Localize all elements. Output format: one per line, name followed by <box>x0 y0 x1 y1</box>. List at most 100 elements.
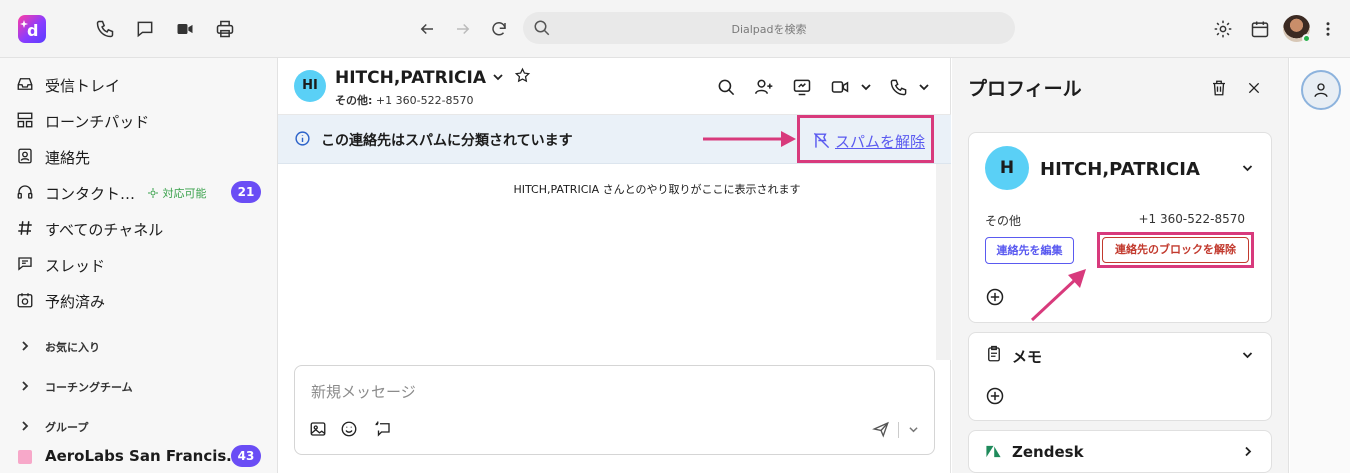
contact-card: H HITCH,PATRICIA その他 +1 360-522-8570 連絡先… <box>968 132 1272 323</box>
online-status-dot <box>1302 34 1311 43</box>
video-options-chevron-icon[interactable] <box>854 75 878 99</box>
contact-card-name: HITCH,PATRICIA <box>1040 159 1200 180</box>
forward-arrow-icon[interactable] <box>451 17 475 41</box>
zendesk-card[interactable]: Zendesk <box>968 430 1272 473</box>
section-label: お気に入り <box>45 341 100 354</box>
channel-color-swatch <box>18 450 32 464</box>
screen-share-icon[interactable] <box>790 75 814 99</box>
send-options-chevron-icon[interactable] <box>902 418 924 440</box>
section-label: グループ <box>45 421 89 434</box>
chevron-right-icon <box>1245 446 1252 457</box>
more-vertical-icon[interactable] <box>1316 17 1340 41</box>
chevron-down-icon[interactable] <box>1241 163 1254 173</box>
message-composer[interactable]: 新規メッセージ <box>294 365 935 455</box>
contact-name[interactable]: HITCH,PATRICIA <box>335 67 531 88</box>
call-icon[interactable] <box>886 75 910 99</box>
unblock-contact-button[interactable]: 連絡先のブロックを解除 <box>1102 237 1249 263</box>
contact-avatar[interactable]: HI <box>294 70 326 102</box>
flag-off-icon <box>812 131 831 150</box>
availability-status[interactable]: 対応可能 <box>147 185 207 201</box>
inbox-icon <box>16 75 34 93</box>
sidebar-item-scheduled[interactable]: 予約済み <box>0 282 278 318</box>
memo-title: メモ <box>1012 348 1043 366</box>
scheduled-icon <box>16 291 34 309</box>
close-icon[interactable] <box>1242 76 1266 100</box>
section-coaching-team[interactable]: コーチングチーム <box>0 371 278 401</box>
annotation-arrow <box>703 131 796 147</box>
sidebar-item-threads[interactable]: スレッド <box>0 246 278 282</box>
sidebar-item-contact-center[interactable]: コンタクト… 対応可能 21 <box>0 174 278 210</box>
sidebar-item-inbox[interactable]: 受信トレイ <box>0 66 278 102</box>
sidebar-item-label: ローンチパッド <box>45 113 150 131</box>
scrollbar[interactable] <box>936 164 951 360</box>
phone-type-label: その他: <box>335 94 373 107</box>
composer-placeholder: 新規メッセージ <box>311 383 416 401</box>
chevron-right-icon <box>20 380 30 392</box>
sidebar-item-label: AeroLabs San Francis… <box>45 447 242 465</box>
annotation-arrow <box>1030 269 1086 322</box>
phone-type-label: その他 <box>985 214 1022 228</box>
sidebar-item-label: コンタクト… <box>45 185 136 203</box>
sidebar-item-launchpad[interactable]: ローンチパッド <box>0 102 278 138</box>
sidebar-item-contacts[interactable]: 連絡先 <box>0 138 278 174</box>
spam-message: この連絡先はスパムに分類されています <box>321 133 573 149</box>
profile-title: プロフィール <box>968 78 1082 100</box>
unspam-label: スパムを解除 <box>835 133 926 151</box>
sidebar-item-label: 予約済み <box>45 293 106 311</box>
sidebar: 受信トレイ ローンチパッド 連絡先 コンタクト… 対応可能 21 すべてのチャネ… <box>0 58 278 473</box>
trash-icon[interactable] <box>1207 76 1231 100</box>
chevron-down-icon[interactable] <box>1241 350 1254 360</box>
clipboard-icon <box>988 345 1000 362</box>
contacts-icon <box>16 147 34 165</box>
divider <box>898 422 899 438</box>
message-icon[interactable] <box>133 17 157 41</box>
video-call-icon[interactable] <box>828 75 852 99</box>
hash-icon <box>16 219 34 237</box>
image-icon[interactable] <box>307 418 329 440</box>
reload-icon[interactable] <box>487 17 511 41</box>
video-icon[interactable] <box>173 17 197 41</box>
section-favorites[interactable]: お気に入り <box>0 331 278 361</box>
unread-count-badge: 21 <box>231 181 261 203</box>
right-rail <box>1290 58 1350 473</box>
add-person-icon[interactable] <box>752 75 776 99</box>
search-placeholder: Dialpadを検索 <box>731 23 807 36</box>
conversation-panel: HI HITCH,PATRICIA その他: +1 360-522-8570 こ… <box>278 58 951 473</box>
star-icon[interactable] <box>514 67 531 84</box>
status-label: 対応可能 <box>162 187 207 200</box>
sidebar-item-channel[interactable]: AeroLabs San Francis… 43 <box>0 438 278 474</box>
user-avatar[interactable] <box>1283 15 1311 43</box>
add-circle-icon[interactable] <box>985 287 1005 307</box>
contact-phone: +1 360-522-8570 <box>1138 212 1245 226</box>
quick-reply-icon[interactable] <box>372 418 394 440</box>
contact-phone: +1 360-522-8570 <box>375 94 474 107</box>
sidebar-item-all-channels[interactable]: すべてのチャネル <box>0 210 278 246</box>
contact-avatar-large: H <box>985 146 1029 190</box>
sidebar-item-label: すべてのチャネル <box>45 221 164 239</box>
section-groups[interactable]: グループ <box>0 411 278 441</box>
send-icon[interactable] <box>870 418 892 440</box>
threads-icon <box>16 255 34 273</box>
contact-phone-line: その他: +1 360-522-8570 <box>335 92 474 108</box>
contact-name-text: HITCH,PATRICIA <box>335 68 487 88</box>
search-icon[interactable] <box>714 75 738 99</box>
headset-icon <box>16 183 34 201</box>
gear-icon[interactable] <box>1211 17 1235 41</box>
call-options-chevron-icon[interactable] <box>912 75 936 99</box>
calendar-icon[interactable] <box>1248 17 1272 41</box>
info-icon <box>294 130 311 147</box>
spam-banner: この連絡先はスパムに分類されています スパムを解除 <box>278 115 951 164</box>
dialpad-logo[interactable]: d <box>18 15 46 43</box>
edit-contact-button[interactable]: 連絡先を編集 <box>985 237 1074 264</box>
emoji-icon[interactable] <box>338 418 360 440</box>
zendesk-title: Zendesk <box>1012 443 1084 461</box>
add-circle-icon[interactable] <box>985 386 1005 406</box>
unspam-button[interactable]: スパムを解除 <box>797 115 934 163</box>
launchpad-icon <box>16 111 34 129</box>
printer-icon[interactable] <box>213 17 237 41</box>
back-arrow-icon[interactable] <box>415 17 439 41</box>
sidebar-item-label: 受信トレイ <box>45 77 121 95</box>
profile-toggle-button[interactable] <box>1301 70 1341 110</box>
search-bar[interactable]: Dialpadを検索 <box>523 12 1015 44</box>
phone-icon[interactable] <box>93 17 117 41</box>
